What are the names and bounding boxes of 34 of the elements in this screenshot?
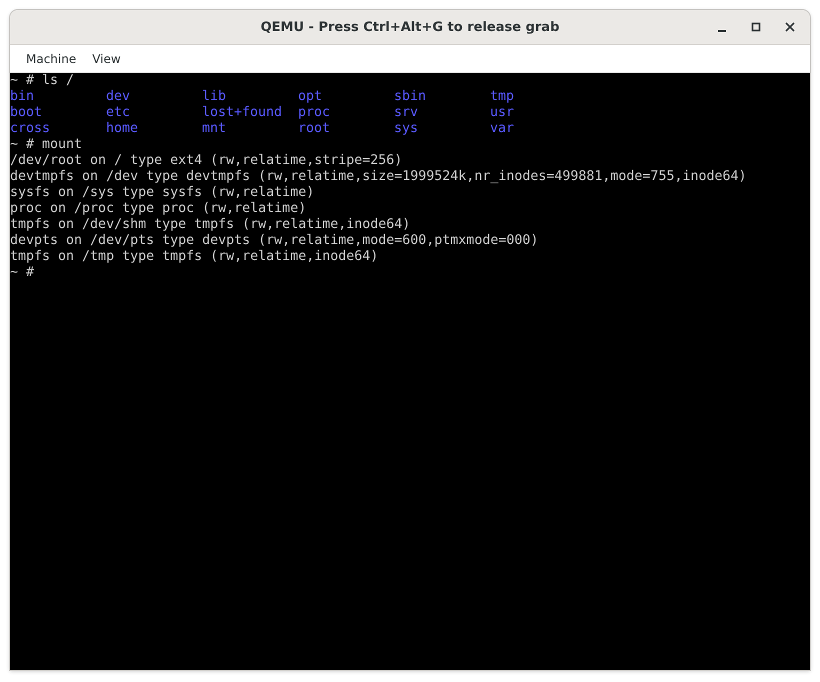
directory-name: mnt [202, 121, 226, 136]
terminal-line: devtmpfs on /dev type devtmpfs (rw,relatime,size=1999524k,nr_inodes=499881,mode=755,inode64) [10, 169, 746, 185]
window-title: QEMU - Press Ctrl+Alt+G to release grab [260, 20, 560, 34]
directory-name: home [106, 121, 138, 136]
directory-name: opt [298, 89, 322, 104]
minimize-icon [718, 30, 726, 32]
maximize-icon [751, 22, 761, 32]
directory-name: sbin [394, 89, 426, 104]
menu-item[interactable]: View [84, 48, 129, 70]
directory-name: dev [106, 89, 130, 104]
terminal-line: ~ # mount [10, 137, 82, 153]
close-icon [785, 22, 795, 32]
directory-name: tmp [490, 89, 514, 104]
directory-name: srv [394, 105, 418, 120]
directory-name: root [298, 121, 330, 136]
directory-name: boot [10, 105, 42, 120]
terminal-line: tmpfs on /tmp type tmpfs (rw,relatime,inode64) [10, 249, 378, 265]
terminal-line: ~ # [10, 265, 34, 281]
terminal-line: ~ # ls / [10, 73, 74, 89]
directory-name: proc [298, 105, 330, 120]
terminal-line: proc on /proc type proc (rw,relatime) [10, 201, 306, 217]
directory-name: bin [10, 89, 34, 104]
menu-item[interactable]: Machine [18, 48, 84, 70]
directory-name: usr [490, 105, 514, 120]
terminal-line: tmpfs on /dev/shm type tmpfs (rw,relatime,inode64) [10, 217, 410, 233]
terminal-line: devpts on /dev/pts type devpts (rw,relatime,mode=600,ptmxmode=000) [10, 233, 538, 249]
directory-name: cross [10, 121, 50, 136]
terminal-line: sysfs on /sys type sysfs (rw,relatime) [10, 185, 314, 201]
directory-name: sys [394, 121, 418, 136]
directory-name: lost+found [202, 105, 282, 120]
directory-name: var [490, 121, 514, 136]
directory-name: lib [202, 89, 226, 104]
directory-name: etc [106, 105, 130, 120]
terminal-line: /dev/root on / type ext4 (rw,relatime,stripe=256) [10, 153, 402, 169]
